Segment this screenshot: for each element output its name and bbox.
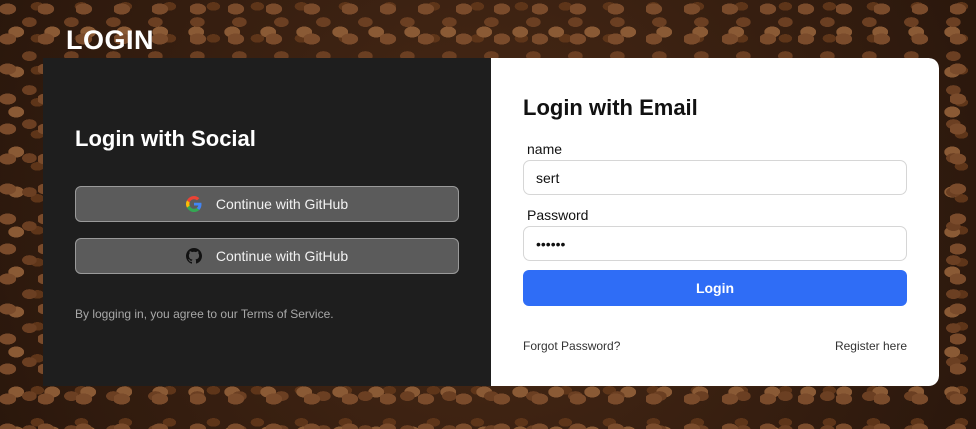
register-link[interactable]: Register here xyxy=(835,339,907,353)
forgot-password-link[interactable]: Forgot Password? xyxy=(523,339,620,353)
page-title: LOGIN xyxy=(66,25,154,55)
password-label: Password xyxy=(527,207,589,223)
password-field[interactable] xyxy=(523,226,907,261)
login-card: Login with Social Continue with GitHub C… xyxy=(43,58,939,386)
login-button[interactable]: Login xyxy=(523,270,907,306)
social-login-heading: Login with Social xyxy=(75,126,256,151)
name-label: name xyxy=(527,141,563,157)
name-field[interactable] xyxy=(523,160,907,195)
social-login-panel: Login with Social Continue with GitHub C… xyxy=(43,58,491,386)
email-login-panel: Login with Email name Password Login For… xyxy=(491,58,939,386)
google-icon xyxy=(185,196,202,212)
continue-with-github-label: Continue with GitHub xyxy=(215,248,349,264)
continue-with-google-button[interactable]: Continue with GitHub xyxy=(75,186,459,222)
continue-with-github-button[interactable]: Continue with GitHub xyxy=(75,238,459,274)
continue-with-google-label: Continue with GitHub xyxy=(215,196,349,212)
terms-of-service-text: By logging in, you agree to our Terms of… xyxy=(75,307,334,321)
github-icon xyxy=(185,248,202,264)
email-login-heading: Login with Email xyxy=(523,95,698,120)
